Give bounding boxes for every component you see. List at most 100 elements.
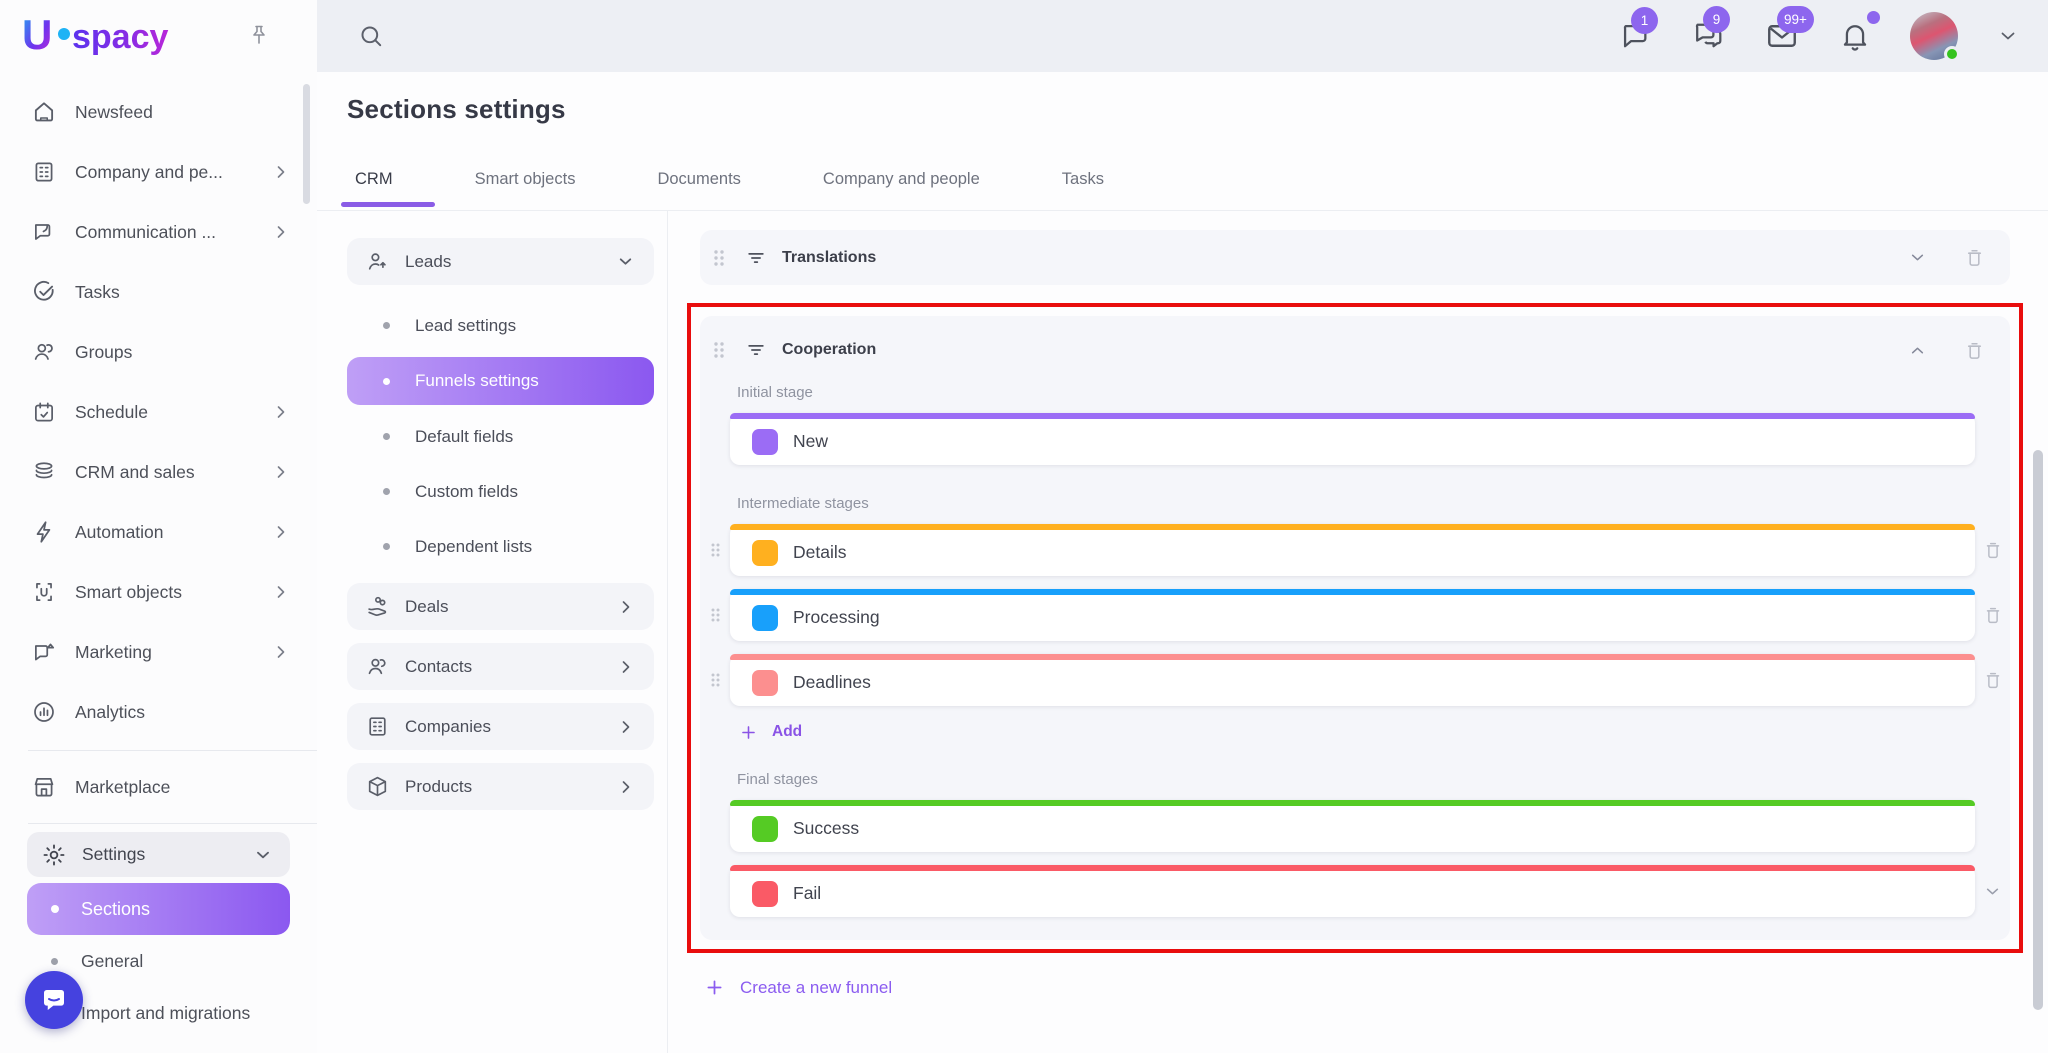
funnel-translations[interactable]: Translations <box>700 230 2010 285</box>
sidebar-item-settings[interactable]: Settings <box>27 832 290 877</box>
sidebar-item-company-and-people[interactable]: Company and pe... <box>0 142 317 202</box>
subnav-item-funnels-settings[interactable]: Funnels settings <box>347 357 654 405</box>
subnav-item-label: Custom fields <box>415 482 518 502</box>
user-avatar[interactable] <box>1910 12 1958 60</box>
stage-card-processing[interactable]: Processing <box>730 589 1975 641</box>
sidebar-item-groups[interactable]: Groups <box>0 322 317 382</box>
subnav-item-custom-fields[interactable]: Custom fields <box>347 464 654 519</box>
final-stages-label: Final stages <box>737 771 2010 788</box>
stage-color-swatch[interactable] <box>752 881 778 907</box>
delete-stage-icon[interactable] <box>1982 669 2004 691</box>
drag-handle-icon[interactable] <box>708 670 723 690</box>
gear-icon <box>41 842 67 868</box>
chevron-down-icon <box>252 844 274 866</box>
chat-button[interactable]: 1 <box>1618 19 1652 53</box>
tab-smart-objects[interactable]: Smart objects <box>467 170 584 207</box>
uspacy-logo[interactable]: U spacy <box>20 12 180 58</box>
profile-menu-chevron-icon[interactable] <box>1996 24 2020 48</box>
sidebar-item-schedule[interactable]: Schedule <box>0 382 317 442</box>
drag-handle-icon[interactable] <box>710 247 728 269</box>
stage-color-bar <box>730 589 1975 595</box>
stage-color-swatch[interactable] <box>752 816 778 842</box>
calendar-icon <box>31 399 57 425</box>
subnav-item-label: Dependent lists <box>415 537 532 557</box>
stage-color-bar <box>730 800 1975 806</box>
sidebar-item-crm-and-sales[interactable]: CRM and sales <box>0 442 317 502</box>
sidebar-item-label: Groups <box>75 342 132 363</box>
drag-handle-icon[interactable] <box>710 339 728 361</box>
sidebar-item-tasks[interactable]: Tasks <box>0 262 317 322</box>
subnav-item-label: Lead settings <box>415 316 516 336</box>
fail-stage-chevron-icon[interactable] <box>1982 881 2003 902</box>
sidebar-item-automation[interactable]: Automation <box>0 502 317 562</box>
lead-person-icon <box>365 249 390 274</box>
team-chats-button[interactable]: 9 <box>1690 18 1726 54</box>
collapse-chevron-icon[interactable] <box>1907 340 1928 361</box>
add-stage-label: Add <box>772 723 802 741</box>
stage-card-fail[interactable]: Fail <box>730 865 1975 917</box>
sidebar-item-sections[interactable]: Sections <box>27 883 290 935</box>
sidebar-item-marketing[interactable]: Marketing <box>0 622 317 682</box>
funnels-list: Translations Cooperation <box>700 230 2010 998</box>
stage-card-deadlines[interactable]: Deadlines <box>730 654 1975 706</box>
sidebar-scrollbar[interactable] <box>303 84 310 204</box>
chevron-right-icon <box>271 162 291 182</box>
delete-stage-icon[interactable] <box>1982 604 2004 626</box>
sidebar-item-label: Communication ... <box>75 222 216 243</box>
subnav-item-default-fields[interactable]: Default fields <box>347 409 654 464</box>
sidebar-item-marketplace[interactable]: Marketplace <box>0 759 317 815</box>
bullet <box>51 958 58 965</box>
stage-color-swatch[interactable] <box>752 540 778 566</box>
stage-color-swatch[interactable] <box>752 670 778 696</box>
search-button[interactable] <box>357 22 385 50</box>
highlight-rectangle: Cooperation Initial stage New <box>687 303 2023 953</box>
stage-card-success[interactable]: Success <box>730 800 1975 852</box>
sidebar-item-smart-objects[interactable]: Smart objects <box>0 562 317 622</box>
stage-color-swatch[interactable] <box>752 605 778 631</box>
bell-icon <box>1838 19 1872 53</box>
notifications-button[interactable] <box>1838 19 1872 53</box>
bullet <box>383 433 390 440</box>
main-scrollbar[interactable] <box>2033 450 2043 1010</box>
tab-documents[interactable]: Documents <box>649 170 748 207</box>
subnav-group-contacts[interactable]: Contacts <box>347 643 654 690</box>
sidebar-item-label: Analytics <box>75 702 145 723</box>
tab-company-and-people[interactable]: Company and people <box>815 170 988 207</box>
tab-tasks[interactable]: Tasks <box>1054 170 1112 207</box>
stage-card-details[interactable]: Details <box>730 524 1975 576</box>
stage-card-new[interactable]: New <box>730 413 1975 465</box>
sidebar-item-label: Sections <box>81 899 150 920</box>
mail-button[interactable]: 99+ <box>1764 18 1800 54</box>
delete-funnel-icon[interactable] <box>1963 339 1986 362</box>
sidebar-item-communication[interactable]: Communication ... <box>0 202 317 262</box>
expand-chevron-icon[interactable] <box>1907 247 1928 268</box>
support-chat-button[interactable] <box>25 971 83 1029</box>
sidebar-item-analytics[interactable]: Analytics <box>0 682 317 742</box>
drag-handle-icon[interactable] <box>708 605 723 625</box>
subnav-group-leads[interactable]: Leads <box>347 238 654 285</box>
delete-funnel-icon[interactable] <box>1963 246 1986 269</box>
subnav-item-dependent-lists[interactable]: Dependent lists <box>347 519 654 574</box>
subnav-group-companies[interactable]: Companies <box>347 703 654 750</box>
sidebar-item-newsfeed[interactable]: Newsfeed <box>0 82 317 142</box>
stage-name: Processing <box>793 607 880 628</box>
delete-stage-icon[interactable] <box>1982 539 2004 561</box>
sidebar-item-label: CRM and sales <box>75 462 195 483</box>
add-stage-button[interactable]: Add <box>739 719 2010 745</box>
create-new-funnel-button[interactable]: Create a new funnel <box>704 977 2010 998</box>
sidebar-item-label: Marketplace <box>75 777 170 798</box>
stage-color-swatch[interactable] <box>752 429 778 455</box>
chevron-right-icon <box>616 717 636 737</box>
subnav-group-deals[interactable]: Deals <box>347 583 654 630</box>
sidebar-item-label: Marketing <box>75 642 152 663</box>
create-new-funnel-label: Create a new funnel <box>740 978 892 998</box>
chevron-right-icon <box>616 657 636 677</box>
sidebar-item-label: Import and migrations <box>81 1003 250 1024</box>
column-divider <box>667 210 668 1053</box>
tab-label: Documents <box>657 170 740 188</box>
subnav-item-lead-settings[interactable]: Lead settings <box>347 298 654 353</box>
drag-handle-icon[interactable] <box>708 540 723 560</box>
subnav-group-products[interactable]: Products <box>347 763 654 810</box>
pin-sidebar-button[interactable] <box>247 23 271 47</box>
tab-crm[interactable]: CRM <box>347 170 401 207</box>
